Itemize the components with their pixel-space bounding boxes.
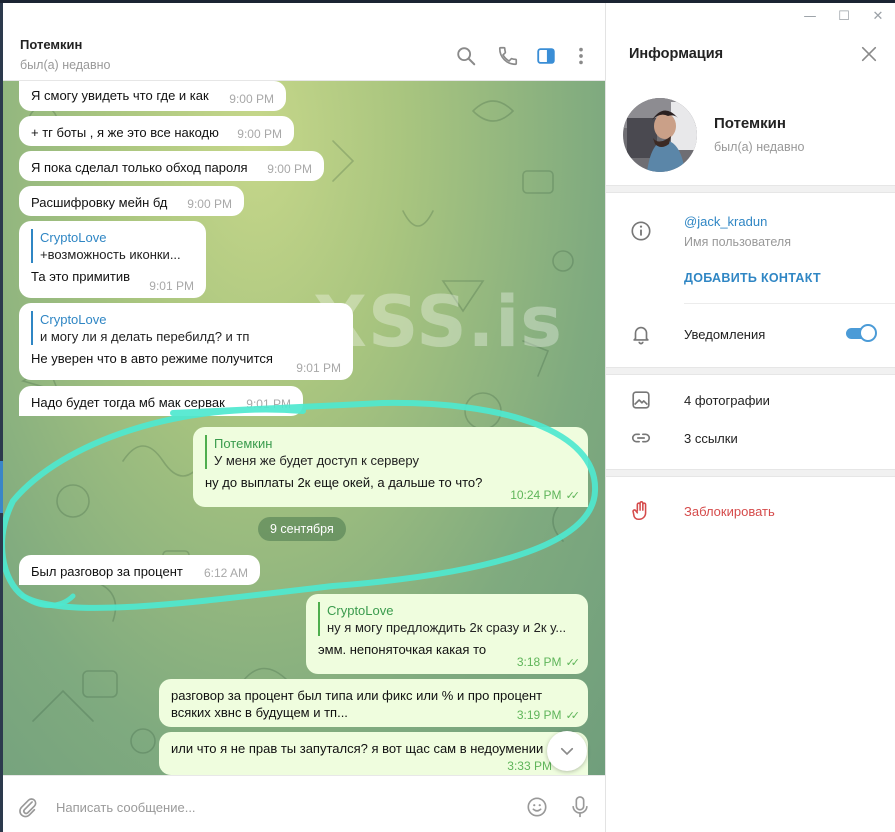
link-icon bbox=[631, 433, 651, 443]
message-text-line2: всяких хвнс в будущем и тп... bbox=[171, 705, 348, 720]
read-ticks-icon: ✓✓ bbox=[565, 490, 581, 502]
message-time: 9:01 PM bbox=[149, 279, 194, 293]
avatar[interactable] bbox=[623, 98, 697, 172]
profile-name: Потемкин bbox=[714, 115, 786, 132]
read-ticks-icon: ✓✓ bbox=[565, 657, 581, 669]
message-composer[interactable]: Написать сообщение... bbox=[3, 775, 605, 832]
microphone-icon[interactable] bbox=[569, 795, 591, 819]
chat-header: Потемкин был(а) недавно bbox=[3, 3, 605, 81]
message-text: или что я не прав ты запутался? я вот ща… bbox=[171, 741, 544, 756]
message-bubble[interactable]: Был разговор за процент 6:12 AM bbox=[19, 555, 260, 585]
close-window-button[interactable]: ✕ bbox=[861, 4, 895, 28]
minimize-button[interactable]: — bbox=[793, 4, 827, 28]
message-time: 9:01 PM bbox=[246, 397, 291, 411]
reply-quote[interactable]: CryptoLove +возможность иконки... bbox=[31, 229, 194, 263]
section-divider bbox=[606, 367, 895, 375]
message-bubble[interactable]: Расшифровку мейн бд 9:00 PM bbox=[19, 186, 244, 216]
toggle-knob bbox=[859, 324, 877, 342]
more-menu-icon[interactable] bbox=[570, 45, 592, 67]
read-ticks-icon: ✓✓ bbox=[565, 710, 581, 722]
message-bubble[interactable]: + тг боты , я же это все накодю 9:00 PM bbox=[19, 116, 294, 146]
message-time: 9:00 PM bbox=[267, 162, 312, 176]
message-time: 10:24 PM ✓✓ bbox=[510, 488, 581, 502]
reply-author: Потемкин bbox=[214, 436, 273, 451]
reply-text: У меня же будет доступ к серверу bbox=[214, 453, 419, 468]
peer-status: был(а) недавно bbox=[20, 58, 111, 72]
peer-name[interactable]: Потемкин bbox=[20, 37, 82, 52]
scroll-down-button[interactable] bbox=[547, 731, 587, 771]
block-hand-icon bbox=[632, 501, 647, 521]
chat-column: Потемкин был(а) недавно XSS.is Я смогу у… bbox=[3, 3, 605, 832]
notifications-toggle[interactable] bbox=[846, 324, 877, 342]
photos-item[interactable]: 4 фотографии bbox=[684, 393, 770, 408]
close-icon[interactable] bbox=[860, 45, 878, 63]
reply-text: ну я могу предлождить 2к сразу и 2к у... bbox=[327, 620, 567, 635]
chevron-down-icon bbox=[560, 747, 574, 756]
row-separator bbox=[684, 303, 895, 304]
message-bubble[interactable]: Надо будет тогда мб мак сервак 9:01 PM bbox=[19, 386, 303, 416]
window-controls: — ☐ ✕ bbox=[793, 4, 895, 28]
section-divider bbox=[606, 469, 895, 477]
message-input[interactable]: Написать сообщение... bbox=[56, 800, 196, 815]
notifications-label: Уведомления bbox=[684, 327, 766, 342]
message-time: 3:33 PM bbox=[507, 759, 552, 773]
message-time: 9:00 PM bbox=[237, 127, 282, 141]
username-link[interactable]: @jack_kradun bbox=[684, 214, 767, 229]
message-time: 3:18 PM ✓✓ bbox=[516, 655, 581, 669]
message-text: Не уверен что в авто режиме получится bbox=[31, 351, 273, 366]
message-bubble[interactable]: CryptoLove +возможность иконки... Та это… bbox=[19, 221, 206, 298]
reply-author: CryptoLove bbox=[327, 603, 394, 618]
phone-icon[interactable] bbox=[497, 45, 519, 67]
info-title: Информация bbox=[629, 46, 724, 62]
username-caption: Имя пользователя bbox=[684, 235, 791, 249]
message-bubble-outgoing[interactable]: разговор за процент был типа или фикс ил… bbox=[159, 679, 588, 727]
reply-text: +возможность иконки... bbox=[40, 247, 181, 262]
sidebar-toggle-icon[interactable] bbox=[535, 45, 557, 67]
message-time: 9:01 PM bbox=[296, 361, 341, 375]
reply-quote[interactable]: CryptoLove и могу ли я делать перебилд? … bbox=[31, 311, 341, 345]
date-separator: 9 сентября bbox=[258, 517, 346, 541]
block-user-button[interactable]: Заблокировать bbox=[684, 504, 775, 519]
messages-area[interactable]: XSS.is Я смогу увидеть что где и как 9:0… bbox=[3, 81, 605, 775]
add-contact-button[interactable]: ДОБАВИТЬ КОНТАКТ bbox=[684, 271, 821, 285]
message-bubble-outgoing[interactable]: CryptoLove ну я могу предлождить 2к сраз… bbox=[306, 594, 588, 674]
reply-author: CryptoLove bbox=[40, 312, 107, 327]
message-time-value: 10:24 PM bbox=[510, 488, 562, 502]
photo-icon bbox=[632, 391, 650, 409]
message-bubble[interactable]: Я смогу увидеть что где и как 9:00 PM bbox=[19, 81, 286, 111]
message-time: 3:19 PM ✓✓ bbox=[516, 708, 581, 722]
message-time-value: 3:18 PM bbox=[516, 655, 562, 669]
info-icon bbox=[631, 221, 651, 241]
message-time: 6:12 AM bbox=[203, 566, 248, 580]
message-bubble-outgoing[interactable]: или что я не прав ты запутался? я вот ща… bbox=[159, 732, 588, 775]
message-bubble[interactable]: CryptoLove и могу ли я делать перебилд? … bbox=[19, 303, 353, 380]
telegram-window: — ☐ ✕ Потемкин был(а) недавно XSS.is Я с… bbox=[0, 0, 895, 832]
reply-quote[interactable]: Потемкин У меня же будет доступ к сервер… bbox=[205, 435, 576, 469]
bell-icon bbox=[633, 326, 649, 345]
attach-icon[interactable] bbox=[17, 796, 39, 818]
message-bubble[interactable]: Я пока сделал только обход пароля 9:00 P… bbox=[19, 151, 324, 181]
message-bubble-outgoing[interactable]: Потемкин У меня же будет доступ к сервер… bbox=[193, 427, 588, 507]
message-time: 9:00 PM bbox=[229, 92, 274, 106]
reply-quote[interactable]: CryptoLove ну я могу предлождить 2к сраз… bbox=[318, 602, 576, 636]
message-time: 9:00 PM bbox=[187, 197, 232, 211]
message-time-value: 3:19 PM bbox=[516, 708, 562, 722]
profile-status: был(а) недавно bbox=[714, 140, 805, 154]
search-icon[interactable] bbox=[455, 45, 477, 67]
emoji-icon[interactable] bbox=[526, 796, 548, 818]
info-panel: Информация Потемкин был(а) недавно @jack… bbox=[606, 3, 895, 832]
section-divider bbox=[606, 185, 895, 193]
message-text: разговор за процент был типа или фикс ил… bbox=[171, 688, 543, 703]
maximize-button[interactable]: ☐ bbox=[827, 4, 861, 28]
links-item[interactable]: 3 ссылки bbox=[684, 431, 738, 446]
reply-text: и могу ли я делать перебилд? и тп bbox=[40, 329, 250, 344]
reply-author: CryptoLove bbox=[40, 230, 107, 245]
